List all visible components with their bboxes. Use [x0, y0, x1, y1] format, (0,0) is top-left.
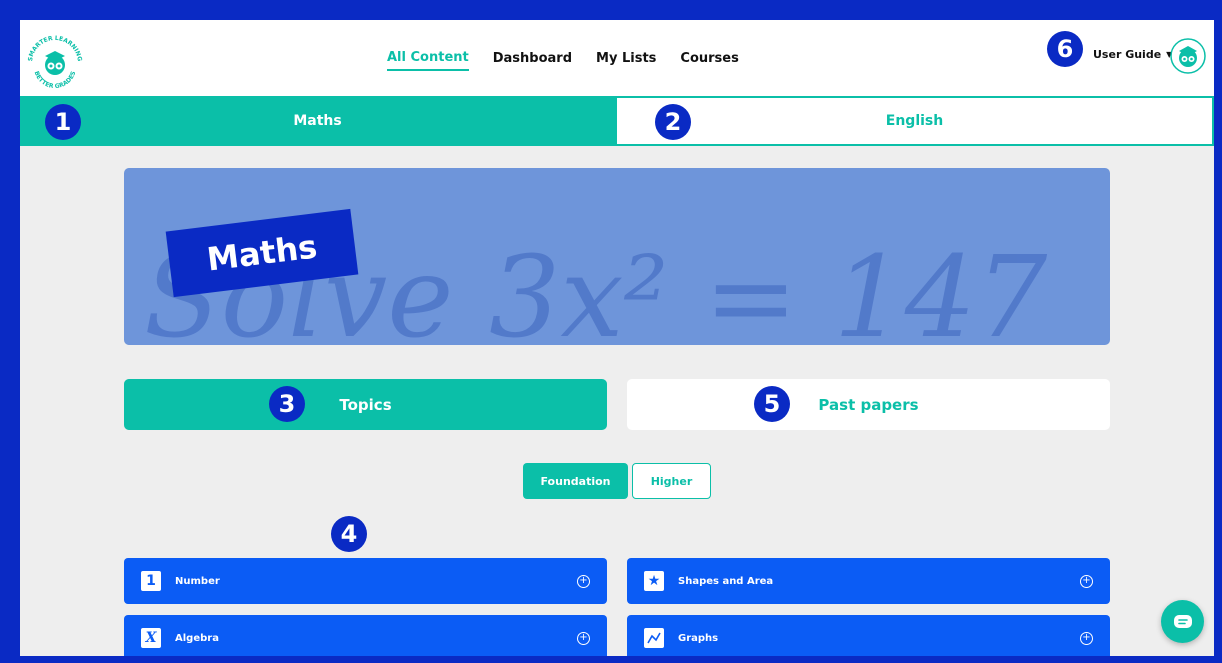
user-guide-label: User Guide	[1093, 48, 1162, 61]
past-papers-button[interactable]: Past papers	[627, 379, 1110, 430]
number-one-icon: 1	[141, 571, 161, 591]
topics-button[interactable]: Topics	[124, 379, 607, 430]
topic-graphs[interactable]: Graphs +	[627, 615, 1110, 656]
topic-number-label: Number	[175, 575, 220, 587]
subject-banner: Solve 3x² = 147 Maths	[124, 168, 1110, 345]
expand-plus-icon[interactable]: +	[1080, 631, 1093, 645]
tab-english[interactable]: English	[615, 96, 1214, 146]
user-avatar[interactable]	[1170, 38, 1206, 74]
badge-5: 5	[754, 386, 790, 422]
tab-english-label: English	[885, 113, 944, 129]
badge-6: 6	[1047, 31, 1083, 67]
tab-maths[interactable]: Maths	[20, 96, 615, 146]
nav-courses[interactable]: Courses	[680, 47, 738, 70]
star-icon: ★	[644, 571, 664, 591]
subject-tabs: Maths English	[20, 96, 1214, 146]
foundation-label: Foundation	[540, 474, 611, 488]
past-papers-label: Past papers	[818, 395, 919, 414]
graph-line-icon	[644, 628, 664, 648]
smarter-learning-logo[interactable]: SMARTER LEARNING BETTER GRADES	[24, 32, 86, 94]
chat-button[interactable]	[1161, 600, 1204, 643]
topics-label: Topics	[339, 395, 392, 414]
topic-number[interactable]: 1 Number +	[124, 558, 607, 604]
app-frame: SMARTER LEARNING BETTER GRADES All Conte…	[20, 20, 1214, 656]
badge-4: 4	[331, 516, 367, 552]
topic-shapes-and-area[interactable]: ★ Shapes and Area +	[627, 558, 1110, 604]
top-header: SMARTER LEARNING BETTER GRADES All Conte…	[20, 20, 1214, 96]
expand-plus-icon[interactable]: +	[577, 574, 590, 588]
tab-maths-label: Maths	[293, 113, 342, 129]
badge-2: 2	[655, 104, 691, 140]
main-nav: All Content Dashboard My Lists Courses	[387, 20, 739, 96]
topic-graphs-label: Graphs	[678, 632, 719, 644]
expand-plus-icon[interactable]: +	[577, 631, 590, 645]
expand-plus-icon[interactable]: +	[1080, 574, 1093, 588]
x-variable-icon: X	[141, 628, 161, 648]
higher-button[interactable]: Higher	[632, 463, 711, 499]
nav-my-lists[interactable]: My Lists	[596, 47, 656, 70]
nav-dashboard[interactable]: Dashboard	[493, 47, 572, 70]
badge-1: 1	[45, 104, 81, 140]
badge-3: 3	[269, 386, 305, 422]
topic-shapes-label: Shapes and Area	[678, 575, 774, 587]
higher-label: Higher	[650, 474, 693, 488]
topic-algebra-label: Algebra	[175, 632, 219, 644]
chat-icon	[1173, 614, 1192, 628]
nav-all-content[interactable]: All Content	[387, 46, 469, 71]
topic-algebra[interactable]: X Algebra +	[124, 615, 607, 656]
foundation-button[interactable]: Foundation	[523, 463, 628, 499]
user-guide-menu[interactable]: User Guide ▼	[1093, 48, 1172, 61]
